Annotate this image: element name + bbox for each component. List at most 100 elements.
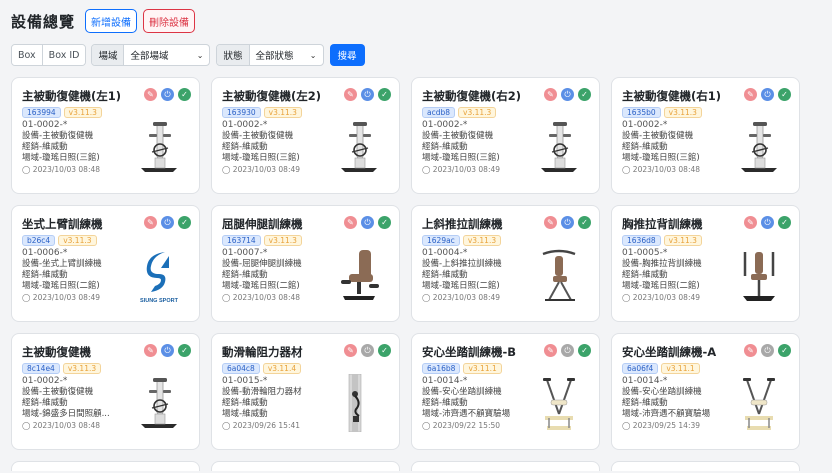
check-icon[interactable]: ✓ [578, 344, 591, 357]
card-tags: 6a04c8 v3.11.4 [222, 363, 304, 374]
status-select[interactable]: 全部狀態 ⌄ [250, 45, 323, 65]
card-actions: ✎ ⏻ ✓ [140, 216, 191, 229]
power-icon[interactable]: ⏻ [361, 216, 374, 229]
device-image: SIUNG SPORT [135, 246, 183, 304]
pencil-icon[interactable]: ✎ [344, 88, 357, 101]
device-grid: 主被動復健機(左1) ✎ ⏻ ✓ 163994 v3.11.3 01-0002-* 設備-主被… [11, 77, 825, 471]
device-card[interactable]: 主被動復健機(左1) ✎ ⏻ ✓ 163994 v3.11.3 01-0002-* 設備-主被… [11, 77, 200, 194]
delete-device-button[interactable]: 刪除設備 [143, 9, 196, 33]
pencil-icon[interactable]: ✎ [544, 88, 557, 101]
card-actions: ✎ ⏻ ✓ [540, 216, 591, 229]
device-card[interactable]: 上斜推拉訓練機 ✎ ⏻ ✓ 1629ac v3.11.3 01-0004-* 設備-上斜推拉訓… [411, 205, 600, 322]
device-type: 設備-動滑輪阻力器材 [222, 387, 302, 397]
device-date-value: 2023/10/03 08:48 [232, 293, 301, 302]
pencil-icon[interactable]: ✎ [344, 216, 357, 229]
check-icon[interactable]: ✓ [178, 344, 191, 357]
device-card[interactable]: 主被動復健機(右1) ✎ ⏻ ✓ 1635b0 v3.11.3 01-0002-* 設備-主被… [611, 77, 800, 194]
device-date: ◯ 2023/09/26 15:41 [222, 420, 302, 431]
device-date-value: 2023/10/03 08:49 [432, 165, 501, 174]
power-icon[interactable]: ⏻ [361, 344, 374, 357]
power-icon[interactable]: ⏻ [561, 344, 574, 357]
power-icon[interactable]: ⏻ [561, 88, 574, 101]
device-site: 場域-瓊瑤日照(三館) [622, 153, 700, 163]
device-card[interactable]: 屈腿伸腿訓練機 ✎ ⏻ ✓ 163714 v3.11.3 01-0007-* 設備-屈腿伸腿訓… [211, 205, 400, 322]
device-date: ◯ 2023/10/03 08:49 [22, 292, 102, 303]
device-site: 場域-維威動 [222, 409, 268, 419]
card-tags: 6a16b8 v3.11.1 [422, 363, 505, 374]
device-date-value: 2023/09/25 14:39 [632, 421, 701, 430]
device-site: 場域-瓊瑤日照(二館) [222, 281, 300, 291]
area-select[interactable]: 全部場域 ⌄ [124, 45, 209, 65]
device-date-value: 2023/10/03 08:49 [32, 293, 101, 302]
device-card[interactable]: 動滑輪阻力器材 ✎ ⏻ ✓ 6a04c8 v3.11.4 01-0015-* 設備-動滑輪阻力… [211, 333, 400, 450]
device-date: ◯ 2023/10/03 08:48 [22, 164, 100, 175]
device-card[interactable]: 安心坐踏訓練機-A ✎ ⏻ ✓ 6a06f4 v3.11.1 01-0014-* 設備-安心坐… [611, 333, 800, 450]
check-icon[interactable]: ✓ [178, 88, 191, 101]
pencil-icon[interactable]: ✎ [144, 344, 157, 357]
device-date: ◯ 2023/10/03 08:48 [22, 420, 110, 431]
pencil-icon[interactable]: ✎ [344, 344, 357, 357]
power-icon[interactable]: ⏻ [161, 344, 174, 357]
pencil-icon[interactable]: ✎ [144, 88, 157, 101]
check-icon[interactable]: ✓ [778, 344, 791, 357]
check-icon[interactable]: ✓ [778, 88, 791, 101]
power-icon[interactable]: ⏻ [761, 216, 774, 229]
power-icon[interactable]: ⏻ [161, 88, 174, 101]
device-title: 上斜推拉訓練機 [422, 217, 503, 231]
device-image [735, 374, 783, 432]
device-card[interactable] [211, 461, 400, 471]
check-icon[interactable]: ✓ [378, 216, 391, 229]
clock-icon: ◯ [622, 421, 631, 430]
device-card[interactable]: 主被動復健機 ✎ ⏻ ✓ 8c14e4 v3.11.3 01-0002-* 設備-主被動復健機… [11, 333, 200, 450]
power-icon[interactable]: ⏻ [761, 344, 774, 357]
pencil-icon[interactable]: ✎ [144, 216, 157, 229]
power-icon[interactable]: ⏻ [161, 216, 174, 229]
status-filter: 狀態 全部狀態 ⌄ [216, 44, 324, 66]
device-type: 設備-坐式上臂訓練機 [22, 259, 102, 269]
device-image [335, 373, 383, 433]
device-card[interactable]: 主被動復健機(右2) ✎ ⏻ ✓ acdb8 v3.11.3 01-0002-* 設備-主被動… [411, 77, 600, 194]
device-code: 01-0002-* [422, 120, 468, 130]
card-actions: ✎ ⏻ ✓ [740, 216, 791, 229]
device-type: 設備-主被動復健機 [22, 131, 94, 141]
check-icon[interactable]: ✓ [378, 344, 391, 357]
power-icon[interactable]: ⏻ [761, 88, 774, 101]
device-info: 01-0007-* 設備-屈腿伸腿訓練機 經銷-維威動 場域-瓊瑤日照(二館) ◯ 20… [222, 248, 302, 303]
device-card[interactable] [11, 461, 200, 471]
device-card[interactable]: 安心坐踏訓練機-B ✎ ⏻ ✓ 6a16b8 v3.11.1 01-0014-* 設備-安心坐… [411, 333, 600, 450]
device-site: 場域-瓊瑤日照(二館) [22, 281, 100, 291]
device-code: 01-0002-* [22, 376, 68, 386]
device-date: ◯ 2023/10/03 08:49 [422, 164, 500, 175]
clock-icon: ◯ [622, 165, 631, 174]
pencil-icon[interactable]: ✎ [744, 344, 757, 357]
device-image [735, 118, 783, 176]
device-info: 01-0014-* 設備-安心坐踏訓練機 經銷-維威動 場域-沛齊遇不顧寶驗場 ◯ 20… [422, 376, 510, 431]
pencil-icon[interactable]: ✎ [744, 88, 757, 101]
version-badge: v3.11.4 [262, 363, 302, 374]
check-icon[interactable]: ✓ [578, 88, 591, 101]
pencil-icon[interactable]: ✎ [544, 216, 557, 229]
search-button[interactable]: 搜尋 [329, 44, 365, 66]
device-id-badge: 1629ac [422, 235, 460, 246]
device-card[interactable] [411, 461, 600, 471]
device-card[interactable]: 坐式上臂訓練機 ✎ ⏻ ✓ b26c4 v3.11.3 01-0006-* 設備-坐式上臂訓練… [11, 205, 200, 322]
device-mode: 經銷-維威動 [422, 142, 468, 152]
add-device-button[interactable]: 新增設備 [85, 9, 138, 33]
device-date: ◯ 2023/10/03 08:49 [222, 164, 300, 175]
device-type: 設備-主被動復健機 [222, 131, 294, 141]
device-card[interactable]: 主被動復健機(左2) ✎ ⏻ ✓ 163930 v3.11.3 01-0002-* 設備-主被… [211, 77, 400, 194]
power-icon[interactable]: ⏻ [561, 216, 574, 229]
pencil-icon[interactable]: ✎ [544, 344, 557, 357]
card-actions: ✎ ⏻ ✓ [740, 344, 791, 357]
device-card[interactable] [611, 461, 800, 471]
check-icon[interactable]: ✓ [378, 88, 391, 101]
device-card[interactable]: 胸推拉背訓練機 ✎ ⏻ ✓ 1636d8 v3.11.3 01-0005-* 設備-胸推拉背訓… [611, 205, 800, 322]
pencil-icon[interactable]: ✎ [744, 216, 757, 229]
check-icon[interactable]: ✓ [578, 216, 591, 229]
area-select-value: 全部場域 [130, 51, 169, 62]
power-icon[interactable]: ⏻ [361, 88, 374, 101]
check-icon[interactable]: ✓ [778, 216, 791, 229]
check-icon[interactable]: ✓ [178, 216, 191, 229]
toggle-box-id[interactable]: Box ID [41, 45, 86, 65]
toggle-box[interactable]: Box [12, 45, 42, 65]
